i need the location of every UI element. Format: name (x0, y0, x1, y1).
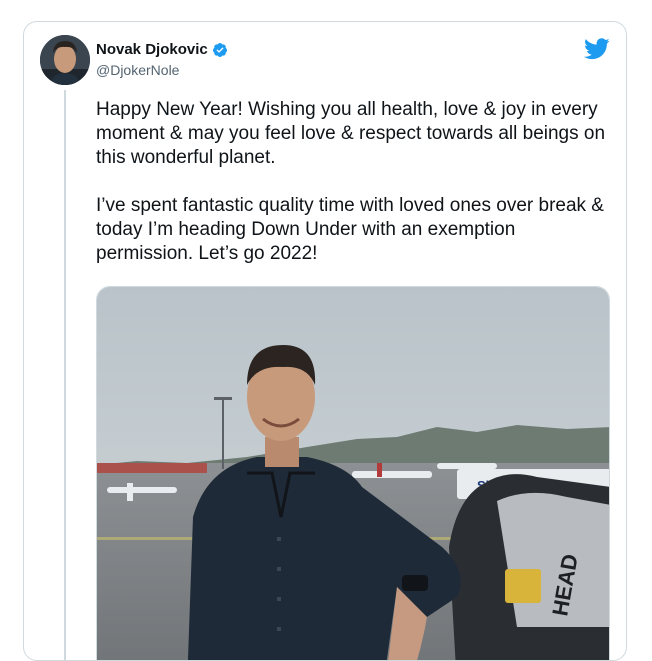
bird-icon[interactable] (584, 38, 610, 60)
tweet-photo[interactable]: Sk HEAD (96, 286, 610, 660)
avatar[interactable] (40, 35, 90, 85)
thread-line (64, 90, 66, 660)
tweet-paragraph: Happy New Year! Wishing you all health, … (96, 99, 606, 168)
user-name[interactable]: Novak Djokovic (96, 41, 208, 58)
avatar-image (40, 35, 90, 85)
verified-badge-icon (212, 42, 228, 58)
airport-photo: Sk HEAD (97, 287, 609, 660)
user-info[interactable]: Novak Djokovic @DjokerNole (96, 40, 228, 78)
tweet-paragraph: I’ve spent fantastic quality time with l… (96, 195, 604, 264)
tweet-text: Happy New Year! Wishing you all health, … (96, 98, 616, 266)
tweet-card[interactable]: Novak Djokovic @DjokerNole Happy New Yea… (23, 21, 627, 661)
user-handle[interactable]: @DjokerNole (96, 62, 228, 78)
